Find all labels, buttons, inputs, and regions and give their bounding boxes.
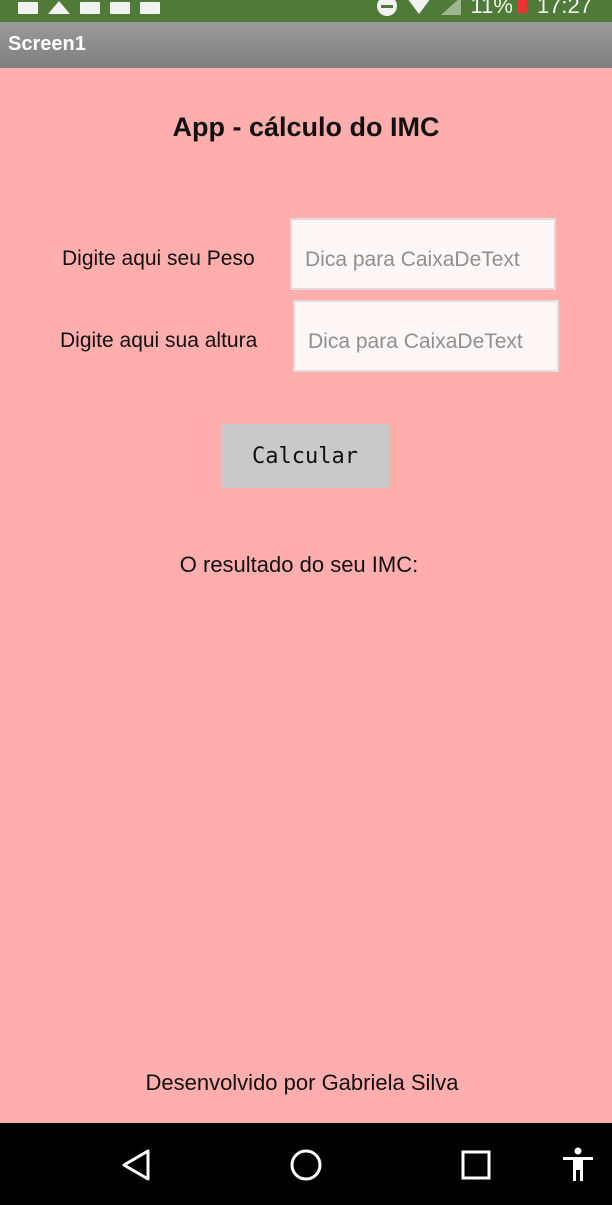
- calcular-button[interactable]: Calcular: [221, 424, 389, 488]
- recent-apps-icon[interactable]: [458, 1147, 494, 1183]
- result-label: O resultado do seu IMC:: [179, 552, 419, 577]
- battery-icon: [516, 0, 527, 13]
- alert-notification-icon: [18, 2, 38, 14]
- accessibility-icon[interactable]: [560, 1147, 596, 1183]
- peso-input[interactable]: [290, 218, 556, 290]
- notification-icons: [18, 0, 160, 14]
- title-bar: Screen1: [0, 22, 612, 68]
- status-bar: 11% 17:27: [0, 0, 612, 22]
- app-notification-icon: [140, 2, 160, 14]
- image-notification-icon: [80, 2, 100, 14]
- back-icon[interactable]: [118, 1147, 154, 1183]
- altura-input[interactable]: [293, 300, 559, 372]
- battery-percentage: 11%: [470, 0, 513, 18]
- navigation-bar: [0, 1123, 612, 1205]
- wifi-icon: [406, 0, 431, 14]
- home-icon[interactable]: [288, 1147, 324, 1183]
- warning-notification-icon: [48, 1, 70, 14]
- screen-content: App - cálculo do IMC Digite aqui seu Pes…: [0, 68, 612, 1123]
- developer-credit: Desenvolvido por Gabriela Silva: [145, 1070, 459, 1095]
- system-status: 11% 17:27: [376, 0, 592, 19]
- clock: 17:27: [536, 0, 592, 18]
- screen-title: Screen1: [8, 33, 86, 55]
- app-notification-icon: [110, 2, 130, 14]
- signal-icon: [440, 0, 461, 15]
- app-title: App - cálculo do IMC: [172, 112, 440, 142]
- peso-label: Digite aqui seu Peso: [62, 247, 255, 270]
- phone-screen: 11% 17:27 Screen1 App - cálculo do IMC D…: [0, 0, 612, 1205]
- altura-label: Digite aqui sua altura: [60, 329, 258, 352]
- do-not-disturb-icon: [376, 0, 397, 16]
